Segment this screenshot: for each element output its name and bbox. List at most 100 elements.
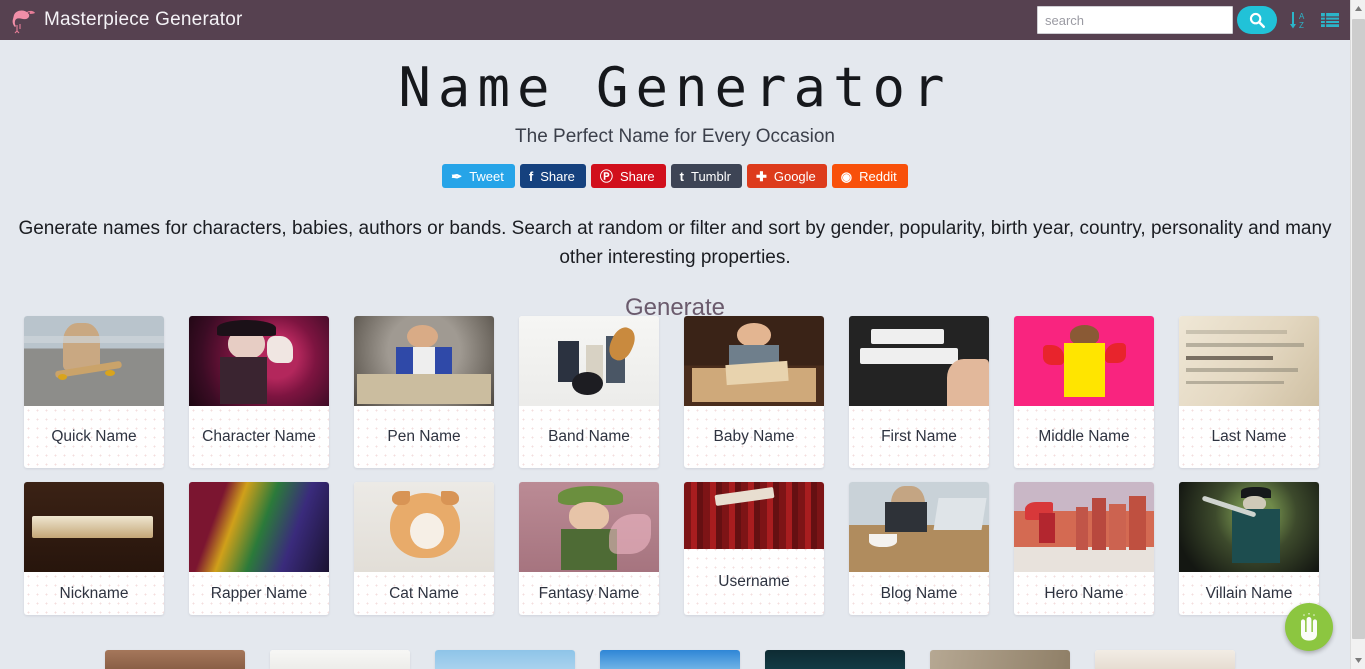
generator-card[interactable]: Hero Name (1014, 482, 1154, 615)
svg-text:A: A (1299, 12, 1305, 21)
sort-button[interactable]: A Z (1289, 10, 1308, 31)
generator-card[interactable]: Nickname (24, 482, 164, 615)
tumblr-icon: t (679, 168, 684, 184)
generator-card-label: Middle Name (1038, 428, 1130, 445)
generator-card-label: First Name (881, 428, 957, 445)
generator-card-label: Pen Name (387, 428, 461, 445)
generator-card-label: Baby Name (713, 428, 795, 445)
app-header: Masterpiece Generator A Z (0, 0, 1350, 40)
generator-card[interactable]: Username (684, 482, 824, 615)
reddit-icon: ◉ (840, 168, 853, 184)
card-row-2: Nickname Rapper Name Cat Name Fantasy Name U… (24, 482, 1329, 615)
generator-card-label: Cat Name (389, 584, 459, 602)
scroll-down-arrow-icon[interactable] (1351, 652, 1365, 669)
stone-arch-corridor-photo (930, 650, 1070, 669)
generator-card[interactable]: Villain Name (1179, 482, 1319, 615)
generator-card[interactable]: Cat Name (354, 482, 494, 615)
baby-reading-book-photo (684, 316, 824, 406)
pirate-villain-with-sword-photo (1179, 482, 1319, 572)
share-button-label: Share (619, 168, 655, 184)
touch-assist-button[interactable] (1285, 603, 1333, 651)
share-button-label: Reddit (859, 168, 897, 184)
blonde-portrait-photo (1095, 650, 1235, 669)
generator-card[interactable]: Quick Name (24, 316, 164, 468)
google-plus-icon: ✚ (755, 168, 767, 184)
dictionary-surname-page-photo (1179, 316, 1319, 406)
list-menu-icon (1321, 13, 1339, 27)
username-sign-on-red-door-photo (684, 482, 824, 549)
clouds-blue-sky-photo (600, 650, 740, 669)
generator-card[interactable] (270, 650, 410, 669)
hello-my-name-is-chalkboard-photo (849, 316, 989, 406)
brown-leather-photo (105, 650, 245, 669)
search-button[interactable] (1237, 6, 1277, 34)
generator-card[interactable]: Last Name (1179, 316, 1319, 468)
generator-card[interactable]: Pen Name (354, 316, 494, 468)
generator-card[interactable]: Baby Name (684, 316, 824, 468)
page-subtitle: The Perfect Name for Every Occasion (515, 126, 835, 147)
search-input[interactable] (1037, 6, 1233, 34)
generator-card-label: Fantasy Name (538, 584, 640, 602)
search-icon (1249, 12, 1266, 29)
list-view-button[interactable] (1320, 11, 1340, 29)
generator-card-label: Band Name (548, 428, 630, 445)
generator-card[interactable]: Blog Name (849, 482, 989, 615)
generator-card-label: Character Name (202, 428, 316, 445)
generator-card-label: Nickname (59, 584, 129, 602)
share-button-twitter[interactable]: ✒ Tweet (442, 164, 515, 188)
flamingo-icon (12, 10, 35, 34)
facebook-icon: f (528, 168, 534, 184)
scrollbar-thumb[interactable] (1352, 19, 1365, 639)
share-button-reddit[interactable]: ◉ Reddit (831, 164, 908, 188)
generator-card[interactable] (435, 650, 575, 669)
scroll-up-arrow-icon[interactable] (1351, 0, 1365, 17)
generator-card[interactable]: Middle Name (1014, 316, 1154, 468)
card-row-1: Quick Name Character Name Pen Name Band Nam… (24, 316, 1329, 468)
twitter-icon: ✒ (451, 168, 463, 184)
brand[interactable]: Masterpiece Generator (0, 5, 243, 35)
share-button-google-plus[interactable]: ✚ Google (746, 164, 827, 188)
generator-card[interactable]: Fantasy Name (519, 482, 659, 615)
generator-card[interactable] (105, 650, 245, 669)
woman-blogging-at-cafe-photo (849, 482, 989, 572)
share-button-label: Tweet (469, 168, 504, 184)
blue-sky-tower-photo (435, 650, 575, 669)
ginger-kitten-photo (354, 482, 494, 572)
food-plate-photo (270, 650, 410, 669)
header-actions: A Z (1037, 6, 1350, 34)
page-root: Masterpiece Generator A Z (0, 0, 1365, 669)
generator-card[interactable] (600, 650, 740, 669)
woman-writing-with-books-photo (354, 316, 494, 406)
svg-text:Z: Z (1299, 21, 1304, 30)
share-button-label: Share (540, 168, 575, 184)
generator-card-label: Username (718, 573, 790, 590)
generator-card[interactable]: Rapper Name (189, 482, 329, 615)
share-button-label: Tumblr (690, 168, 731, 184)
social-share-row: ✒ Tweet f Share Ⓟ Share t Tumblr ✚ Google ◉ Reddit (0, 164, 1350, 188)
woman-on-skateboard-photo (24, 316, 164, 406)
share-button-facebook[interactable]: f Share (519, 164, 586, 188)
night-sailboat-photo (765, 650, 905, 669)
rock-band-playing-photo (519, 316, 659, 406)
generator-card[interactable] (765, 650, 905, 669)
generator-card[interactable] (930, 650, 1070, 669)
generator-card[interactable]: Character Name (189, 316, 329, 468)
superhero-running-city-photo (1014, 482, 1154, 572)
share-button-pinterest[interactable]: Ⓟ Share (590, 164, 666, 188)
share-button-tumblr[interactable]: t Tumblr (670, 164, 742, 188)
generator-card[interactable]: Band Name (519, 316, 659, 468)
generator-card[interactable]: First Name (849, 316, 989, 468)
generator-card-grid: Quick Name Character Name Pen Name Band Nam… (24, 316, 1329, 629)
generator-card[interactable] (1095, 650, 1235, 669)
generator-card-label: Quick Name (51, 428, 137, 445)
sort-alpha-down-icon: A Z (1290, 11, 1305, 30)
pinterest-icon: Ⓟ (599, 168, 613, 184)
generator-card-label: Last Name (1211, 428, 1287, 445)
share-button-label: Google (773, 168, 816, 184)
touch-hand-icon (1301, 613, 1317, 641)
card-row-3 (105, 650, 1235, 669)
brand-title: Masterpiece Generator (44, 9, 243, 30)
nickname-wood-text-photo (24, 482, 164, 572)
page-scrollbar[interactable] (1350, 0, 1365, 669)
rapper-with-microphone-photo (189, 482, 329, 572)
